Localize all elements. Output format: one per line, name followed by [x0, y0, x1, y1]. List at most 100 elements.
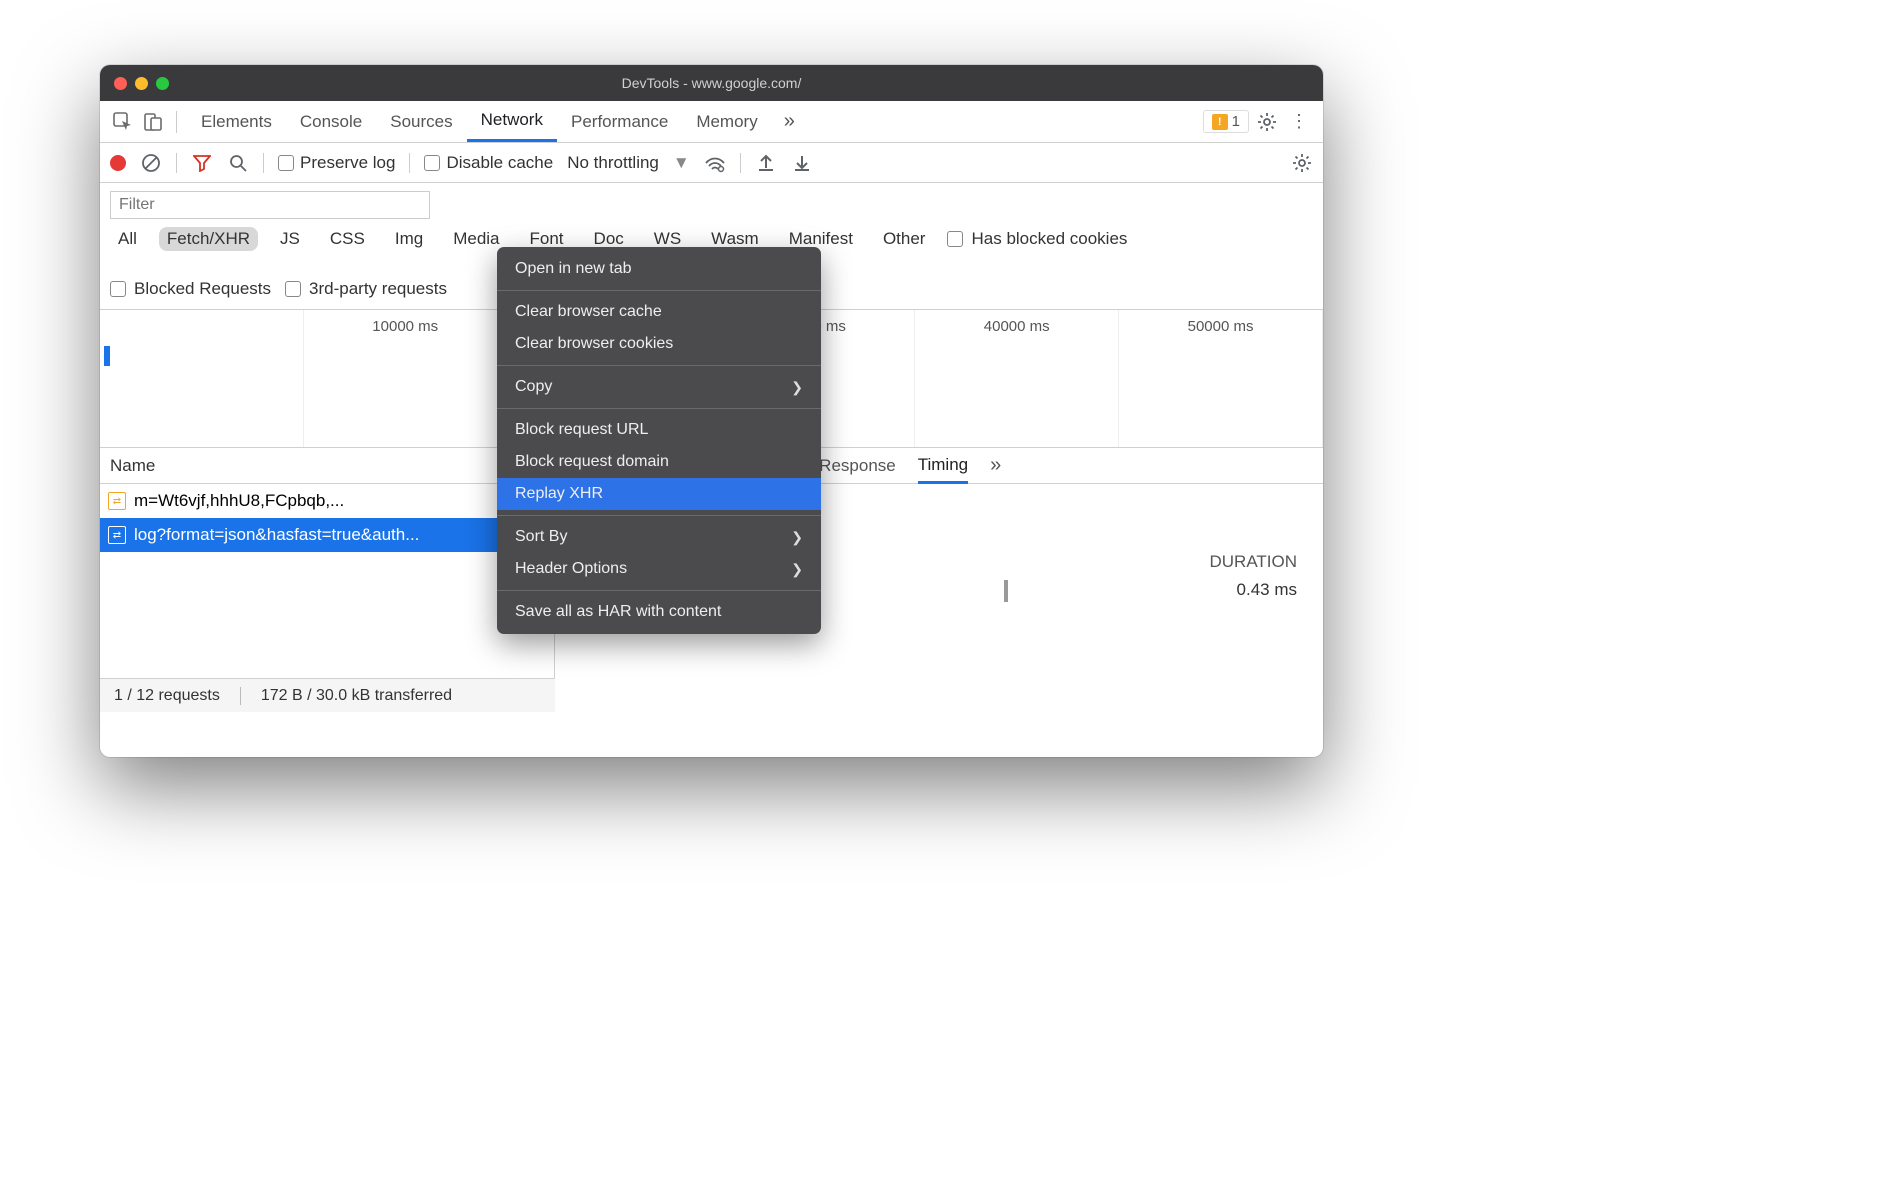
tab-network[interactable]: Network	[467, 101, 557, 142]
duration-label: DURATION	[1209, 552, 1297, 572]
requests-header[interactable]: Name	[100, 448, 554, 484]
tab-console[interactable]: Console	[286, 101, 376, 142]
inspect-element-icon[interactable]	[110, 109, 136, 135]
divider	[240, 687, 241, 705]
status-bar: 1 / 12 requests 172 B / 30.0 kB transfer…	[100, 678, 555, 712]
blocked-requests-checkbox[interactable]: Blocked Requests	[110, 279, 271, 299]
checkbox-icon	[278, 155, 294, 171]
timeline-column	[100, 310, 304, 447]
request-row[interactable]: ⇄ log?format=json&hasfast=true&auth...	[100, 518, 554, 552]
queueing-bar	[1004, 580, 1008, 602]
menu-separator	[497, 515, 821, 516]
menu-item-label: Open in new tab	[515, 260, 632, 278]
queueing-value: 0.43 ms	[1237, 580, 1297, 602]
request-row[interactable]: ⇄ m=Wt6vjf,hhhU8,FCpbqb,...	[100, 484, 554, 518]
more-tabs-button[interactable]: »	[776, 110, 803, 133]
request-name: m=Wt6vjf,hhhU8,FCpbqb,...	[134, 491, 344, 511]
filter-type-media[interactable]: Media	[445, 227, 507, 251]
column-name: Name	[110, 456, 155, 476]
throttling-label: No throttling	[567, 153, 659, 173]
preserve-log-checkbox[interactable]: Preserve log	[278, 153, 395, 173]
settings-icon[interactable]	[1291, 152, 1313, 174]
menu-item-copy[interactable]: Copy❯	[497, 371, 821, 403]
timeline-column: 40000 ms	[915, 310, 1119, 447]
warning-icon: !	[1212, 114, 1228, 130]
menu-item-sort-by[interactable]: Sort By ❯	[497, 521, 821, 553]
menu-separator	[497, 365, 821, 366]
upload-icon[interactable]	[755, 152, 777, 174]
menu-item-save-all-as-har-with-content[interactable]: Save all as HAR with content	[497, 596, 821, 628]
tab-elements[interactable]: Elements	[187, 101, 286, 142]
menu-item-label: Replay XHR	[515, 485, 603, 503]
tab-sources[interactable]: Sources	[376, 101, 466, 142]
warnings-badge[interactable]: ! 1	[1203, 110, 1249, 133]
menu-separator	[497, 408, 821, 409]
clear-icon[interactable]	[140, 152, 162, 174]
menu-item-replay-xhr[interactable]: Replay XHR	[497, 478, 821, 510]
network-toolbar: Preserve log Disable cache No throttling…	[100, 143, 1323, 183]
minimize-window-button[interactable]	[135, 77, 148, 90]
xhr-icon: ⇄	[108, 492, 126, 510]
tab-memory[interactable]: Memory	[682, 101, 771, 142]
timeline-marker	[104, 346, 110, 366]
checkbox-icon	[947, 231, 963, 247]
window-title: DevTools - www.google.com/	[100, 75, 1323, 91]
filter-input[interactable]	[110, 191, 430, 219]
has-blocked-cookies-checkbox[interactable]: Has blocked cookies	[947, 229, 1127, 249]
traffic-lights	[114, 77, 169, 90]
devtools-window: DevTools - www.google.com/ ElementsConso…	[100, 65, 1323, 757]
request-count: 1 / 12 requests	[114, 687, 220, 705]
filter-type-js[interactable]: JS	[272, 227, 308, 251]
chevron-right-icon: ❯	[791, 379, 803, 396]
search-icon[interactable]	[227, 152, 249, 174]
timeline-column: 10000 ms	[304, 310, 508, 447]
disable-cache-label: Disable cache	[446, 153, 553, 173]
more-detail-tabs-icon[interactable]: »	[990, 454, 1001, 477]
menu-item-block-request-domain[interactable]: Block request domain	[497, 446, 821, 478]
filter-type-all[interactable]: All	[110, 227, 145, 251]
menu-item-clear-browser-cache[interactable]: Clear browser cache	[497, 296, 821, 328]
menu-separator	[497, 590, 821, 591]
requests-list: ⇄ m=Wt6vjf,hhhU8,FCpbqb,... ⇄ log?format=js…	[100, 484, 554, 678]
device-toggle-icon[interactable]	[140, 109, 166, 135]
chevron-down-icon: ▼	[673, 153, 690, 173]
titlebar: DevTools - www.google.com/	[100, 65, 1323, 101]
menu-item-header-options[interactable]: Header Options ❯	[497, 553, 821, 585]
divider	[176, 153, 177, 173]
download-icon[interactable]	[791, 152, 813, 174]
divider	[263, 153, 264, 173]
filter-type-other[interactable]: Other	[875, 227, 934, 251]
chevron-right-icon: ❯	[791, 529, 803, 546]
tab-performance[interactable]: Performance	[557, 101, 682, 142]
checkbox-icon	[424, 155, 440, 171]
kebab-menu-icon[interactable]: ⋮	[1285, 111, 1313, 132]
third-party-checkbox[interactable]: 3rd-party requests	[285, 279, 447, 299]
network-conditions-icon[interactable]	[704, 152, 726, 174]
menu-item-label: Sort By	[515, 528, 567, 546]
detail-tab-timing[interactable]: Timing	[918, 449, 968, 484]
menu-item-block-request-url[interactable]: Block request URL	[497, 414, 821, 446]
close-window-button[interactable]	[114, 77, 127, 90]
menu-item-label: Header Options	[515, 560, 627, 578]
divider	[176, 111, 177, 133]
record-button[interactable]	[110, 155, 126, 171]
filter-icon[interactable]	[191, 152, 213, 174]
request-name: log?format=json&hasfast=true&auth...	[134, 525, 419, 545]
checkbox-icon	[285, 281, 301, 297]
menu-item-clear-browser-cookies[interactable]: Clear browser cookies	[497, 328, 821, 360]
menu-separator	[497, 290, 821, 291]
throttling-selector[interactable]: No throttling ▼	[567, 153, 690, 173]
preserve-log-label: Preserve log	[300, 153, 395, 173]
context-menu: Open in new tab Clear browser cacheClear …	[497, 247, 821, 634]
settings-icon[interactable]	[1253, 112, 1281, 132]
panel-tabs-bar: ElementsConsoleSourcesNetworkPerformance…	[100, 101, 1323, 143]
detail-tab-response[interactable]: Response	[819, 448, 896, 483]
filter-type-fetchxhr[interactable]: Fetch/XHR	[159, 227, 258, 251]
menu-item-open-in-new-tab[interactable]: Open in new tab	[497, 253, 821, 285]
maximize-window-button[interactable]	[156, 77, 169, 90]
filter-type-css[interactable]: CSS	[322, 227, 373, 251]
filter-type-img[interactable]: Img	[387, 227, 431, 251]
chevron-right-icon: ❯	[791, 561, 803, 578]
disable-cache-checkbox[interactable]: Disable cache	[424, 153, 553, 173]
xhr-icon: ⇄	[108, 526, 126, 544]
